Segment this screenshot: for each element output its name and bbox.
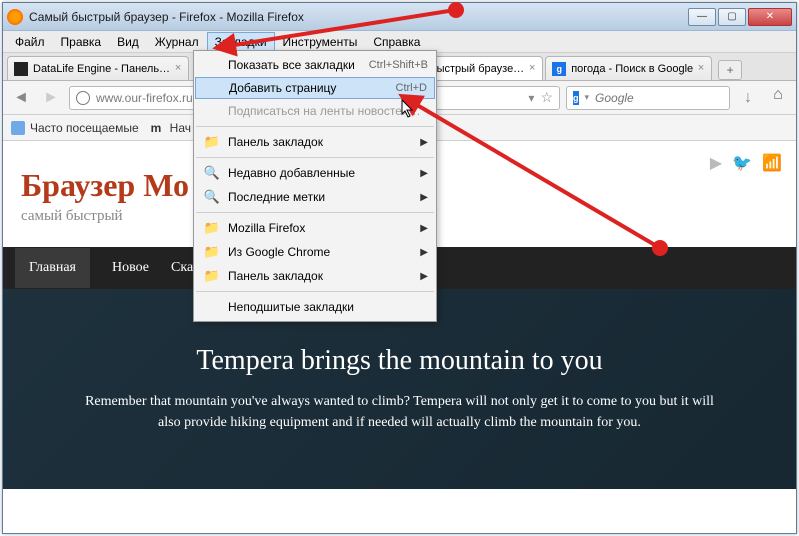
search-icon: 🔍 [202, 165, 222, 181]
folder-icon: 📁 [202, 134, 222, 150]
bookmarks-dropdown: Показать все закладки Ctrl+Shift+B Добав… [193, 50, 437, 322]
tab-close-icon[interactable]: × [526, 62, 538, 74]
new-tab-button[interactable]: + [718, 60, 742, 80]
menu-recent-bookmarks[interactable]: 🔍 Недавно добавленные ▶ [194, 161, 436, 185]
menu-separator [196, 126, 434, 127]
menu-label: Добавить страницу [229, 81, 396, 95]
back-button[interactable]: ◄ [9, 86, 33, 110]
tab-datalife[interactable]: DataLife Engine - Панель… × [7, 56, 189, 80]
menu-label: Последние метки [228, 190, 414, 204]
menu-show-all-bookmarks[interactable]: Показать все закладки Ctrl+Shift+B [194, 53, 436, 77]
folder-icon: 📁 [202, 244, 222, 260]
menu-separator [196, 212, 434, 213]
bookmark-star-icon[interactable]: ☆ [540, 89, 553, 106]
menu-bookmarks[interactable]: Закладки [207, 32, 275, 52]
menu-folder-bookmarks-bar[interactable]: 📁 Панель закладок ▶ [194, 264, 436, 288]
bookmark-most-visited[interactable]: Часто посещаемые [11, 121, 139, 135]
hero-text: Remember that mountain you've always wan… [80, 391, 720, 433]
bookmark-label: Часто посещаемые [30, 121, 139, 135]
folder-icon: 📁 [202, 268, 222, 284]
submenu-arrow-icon: ▶ [420, 223, 428, 234]
bookmark-icon [11, 121, 25, 135]
menu-bookmarks-toolbar[interactable]: 📁 Панель закладок ▶ [194, 130, 436, 154]
tab-label: погода - Поиск в Google [571, 63, 693, 75]
search-box[interactable]: g ▾ [566, 86, 730, 110]
submenu-arrow-icon: ▶ [420, 271, 428, 282]
youtube-icon[interactable]: ▶ [710, 153, 722, 173]
menu-separator [196, 157, 434, 158]
submenu-arrow-icon: ▶ [420, 247, 428, 258]
menu-recent-tags[interactable]: 🔍 Последние метки ▶ [194, 185, 436, 209]
folder-icon: 📁 [202, 220, 222, 236]
menu-shortcut: Ctrl+D [396, 82, 427, 94]
social-icons: ▶ 🐦 📶 [710, 153, 782, 173]
menu-separator [196, 291, 434, 292]
nav-home[interactable]: Главная [15, 248, 90, 288]
menu-label: Неподшитые закладки [228, 300, 428, 314]
menu-label: Недавно добавленные [228, 166, 414, 180]
menu-file[interactable]: Файл [7, 32, 53, 52]
menu-label: Из Google Chrome [228, 245, 414, 259]
menu-subscribe-feeds: Подписаться на ленты новостей… [194, 99, 436, 123]
tab-label: DataLife Engine - Панель… [33, 63, 170, 75]
menu-label: Панель закладок [228, 135, 414, 149]
home-button[interactable]: ⌂ [766, 86, 790, 110]
menu-unsorted-bookmarks[interactable]: Неподшитые закладки [194, 295, 436, 319]
menu-add-bookmark[interactable]: Добавить страницу Ctrl+D [195, 77, 435, 99]
favicon-google: g [552, 62, 566, 76]
submenu-arrow-icon: ▶ [420, 192, 428, 203]
tab-google-search[interactable]: g погода - Поиск в Google × [545, 56, 712, 80]
dropdown-icon[interactable]: ▾ [528, 91, 534, 105]
bookmark-start[interactable]: m Нач [151, 121, 191, 135]
tab-close-icon[interactable]: × [172, 62, 184, 74]
firefox-icon [7, 9, 23, 25]
menu-view[interactable]: Вид [109, 32, 147, 52]
twitter-icon[interactable]: 🐦 [732, 153, 752, 173]
window-title: Самый быстрый браузер - Firefox - Mozill… [29, 10, 688, 24]
menu-label: Панель закладок [228, 269, 414, 283]
minimize-button[interactable]: — [688, 8, 716, 26]
tab-close-icon[interactable]: × [695, 62, 707, 74]
search-icon: 🔍 [202, 189, 222, 205]
menu-history[interactable]: Журнал [147, 32, 207, 52]
menu-edit[interactable]: Правка [53, 32, 110, 52]
menu-folder-chrome[interactable]: 📁 Из Google Chrome ▶ [194, 240, 436, 264]
favicon-dle [14, 62, 28, 76]
menu-tools[interactable]: Инструменты [275, 32, 366, 52]
submenu-arrow-icon: ▶ [420, 168, 428, 179]
bookmark-label: Нач [170, 121, 191, 135]
menu-folder-mozilla[interactable]: 📁 Mozilla Firefox ▶ [194, 216, 436, 240]
menu-help[interactable]: Справка [365, 32, 428, 52]
globe-icon [76, 91, 90, 105]
menu-label: Mozilla Firefox [228, 221, 414, 235]
hero-title: Tempera brings the mountain to you [196, 345, 602, 377]
close-button[interactable]: ✕ [748, 8, 792, 26]
nav-new[interactable]: Новое [112, 260, 149, 276]
bookmark-m-icon: m [151, 121, 165, 135]
forward-button[interactable]: ► [39, 86, 63, 110]
menu-label: Показать все закладки [228, 58, 369, 72]
menu-label: Подписаться на ленты новостей… [228, 104, 428, 118]
menu-shortcut: Ctrl+Shift+B [369, 59, 428, 71]
dropdown-icon[interactable]: ▾ [585, 92, 590, 103]
downloads-button[interactable]: ↓ [736, 86, 760, 110]
search-engine-icon[interactable]: g [573, 91, 579, 105]
rss-icon[interactable]: 📶 [762, 153, 782, 173]
submenu-arrow-icon: ▶ [420, 137, 428, 148]
maximize-button[interactable]: ▢ [718, 8, 746, 26]
title-bar: Самый быстрый браузер - Firefox - Mozill… [3, 3, 796, 31]
search-input[interactable] [595, 91, 752, 105]
